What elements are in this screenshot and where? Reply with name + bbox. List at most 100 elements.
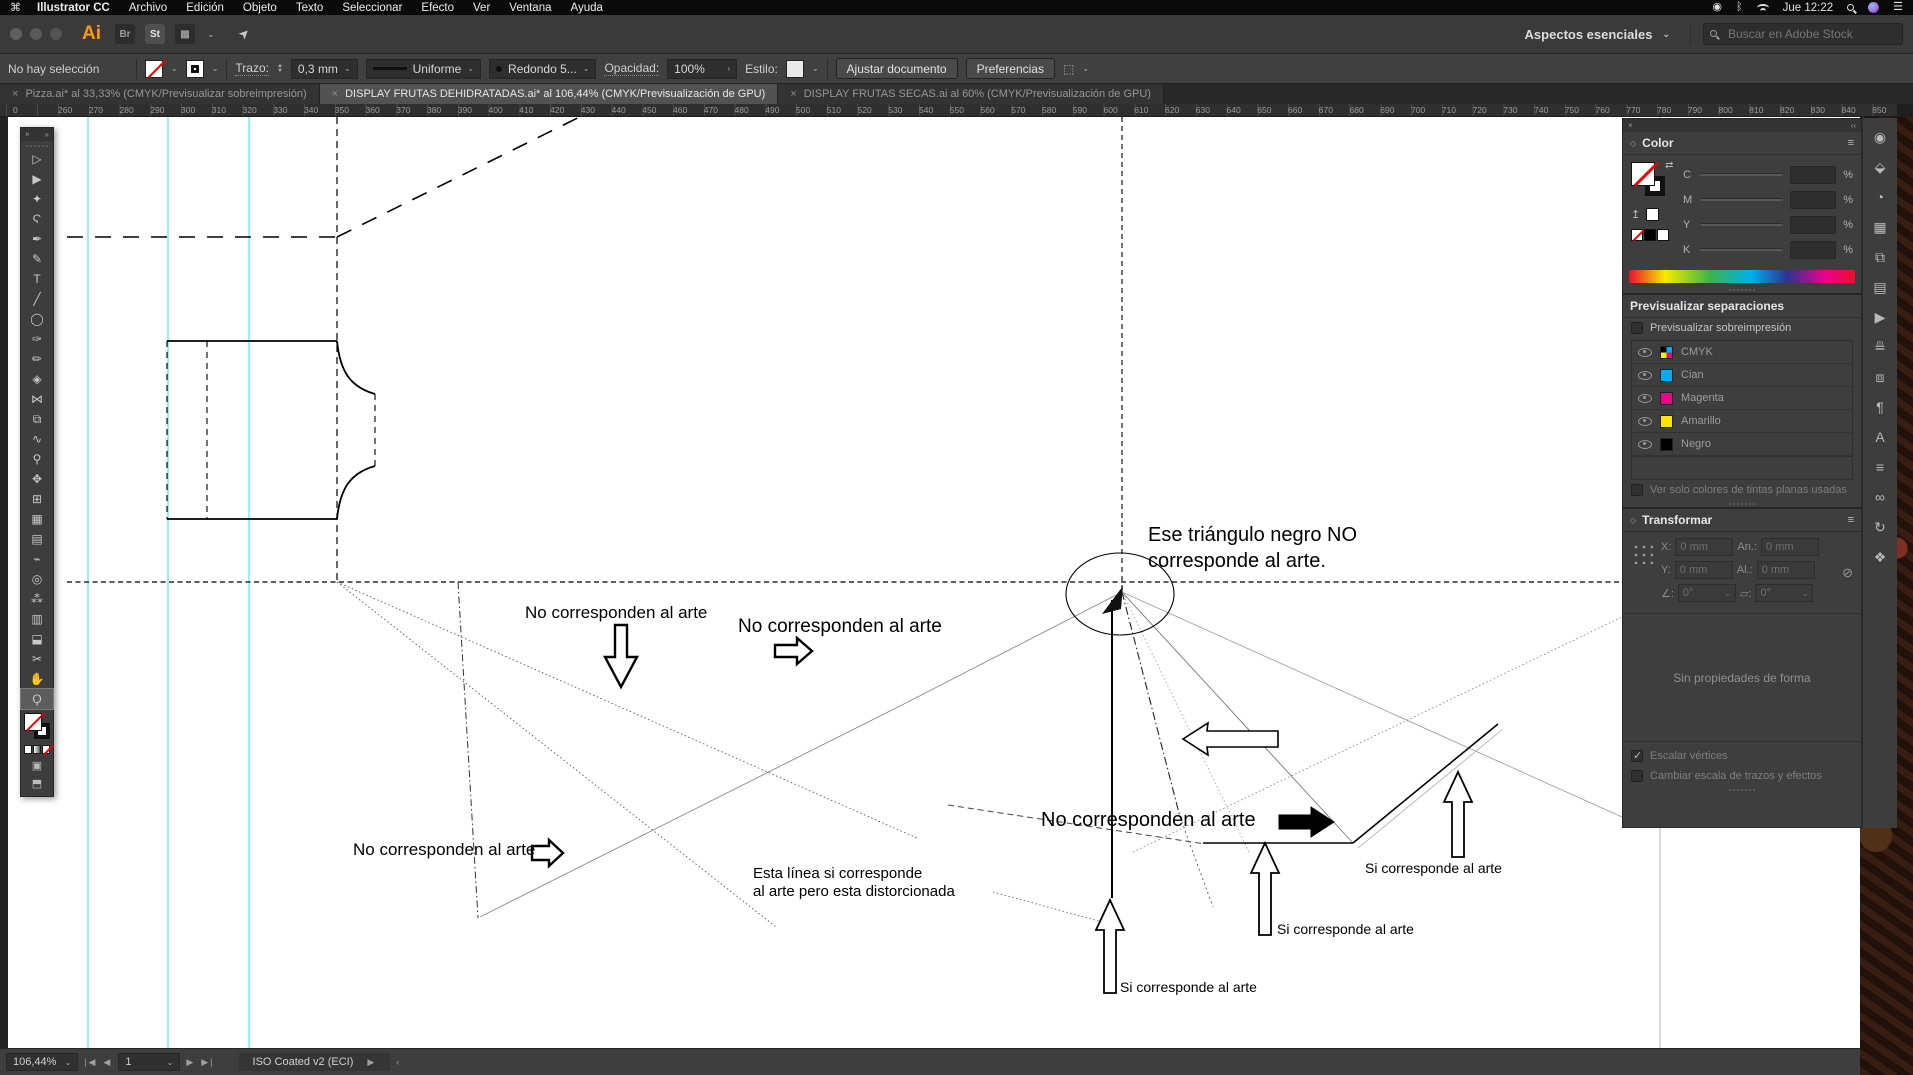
tool-direct-selection[interactable]: ▶ xyxy=(21,169,53,189)
separations-panel-title[interactable]: Previsualizar separaciones xyxy=(1630,299,1784,313)
window-zoom-button[interactable] xyxy=(50,28,62,40)
tool-lasso[interactable]: Ϛ xyxy=(21,209,53,229)
y-position-field[interactable]: 0 mm xyxy=(1674,561,1733,579)
wifi-icon[interactable] xyxy=(1756,3,1769,12)
separation-row[interactable]: Magenta xyxy=(1632,387,1852,410)
stray-line[interactable] xyxy=(1121,591,1354,844)
arrow-right-filled[interactable] xyxy=(1278,806,1335,838)
stroke-color-swatch[interactable] xyxy=(185,59,204,78)
tool-ellipse[interactable]: ◯ xyxy=(21,309,53,329)
first-artboard-button[interactable]: |◀ xyxy=(84,1057,97,1068)
stray-dashdot-line[interactable] xyxy=(457,581,479,919)
dock-collapse-icon[interactable]: ‹‹ xyxy=(1851,121,1856,130)
color-spectrum-bar[interactable] xyxy=(1629,270,1855,283)
fold-dashed-diagonal[interactable] xyxy=(336,117,620,238)
select-similar-icon[interactable]: ⬚ xyxy=(1063,62,1074,76)
scale-corners-checkbox[interactable] xyxy=(1631,749,1643,762)
graphic-style-swatch[interactable] xyxy=(785,59,804,78)
tool-selection[interactable]: ▷ xyxy=(21,149,53,169)
menu-item[interactable]: Archivo xyxy=(129,2,167,14)
separation-row[interactable]: CMYK xyxy=(1632,341,1852,364)
opacity-label[interactable]: Opacidad: xyxy=(604,61,660,76)
dock-icon-links[interactable]: ∞ xyxy=(1875,482,1885,512)
scroll-left-icon[interactable]: ‹ xyxy=(396,1057,401,1067)
tool-pen[interactable]: ✒ xyxy=(21,229,53,249)
annotation-is-art-1[interactable]: Si corresponde al arte xyxy=(1120,979,1257,995)
tool-shape-builder[interactable]: ✥ xyxy=(21,469,53,489)
panel-collapse-icon[interactable]: ◇ xyxy=(1630,516,1636,525)
arrange-documents-icon[interactable]: ▦ xyxy=(175,24,195,44)
annotation-is-art-3[interactable]: Si corresponde al arte xyxy=(1365,860,1502,876)
document-tab[interactable]: × DISPLAY FRUTAS DEHIDRATADAS.ai* al 106… xyxy=(319,84,779,104)
tool-blend[interactable]: ◎ xyxy=(21,569,53,589)
tool-curvature[interactable]: ✎ xyxy=(21,249,53,269)
tool-mesh[interactable]: ▦ xyxy=(21,509,53,529)
tool-eraser[interactable]: ◈ xyxy=(21,369,53,389)
shear-angle-dropdown[interactable]: 0° ⌄ xyxy=(1755,584,1814,602)
dock-icon-gradient[interactable]: ▤ xyxy=(1873,272,1886,302)
dock-icon-opentype[interactable]: ≡ xyxy=(1876,452,1884,482)
stray-line[interactable] xyxy=(1121,591,1623,818)
dock-icon-swatches[interactable]: ▦ xyxy=(1873,212,1886,242)
dock-icon-paragraph[interactable]: ¶ xyxy=(1876,392,1884,422)
tool-puppet-warp[interactable]: ⚲ xyxy=(21,449,53,469)
tool-shaper[interactable]: ✏ xyxy=(21,349,53,369)
fit-document-button[interactable]: Ajustar documento xyxy=(835,58,958,79)
chevron-down-icon[interactable]: ⌄ xyxy=(212,64,219,73)
tool-zoom[interactable]: Ϙ xyxy=(20,688,54,710)
annotation-not-art-1[interactable]: No corresponden al arte xyxy=(525,603,707,623)
screen-mode-button[interactable]: ⬒ xyxy=(24,777,50,790)
creative-cloud-icon[interactable]: ◉ xyxy=(1712,2,1722,13)
stroke-weight-field[interactable]: 0,3 mm ⌄ xyxy=(290,58,358,79)
menu-item[interactable]: Illustrator CC xyxy=(37,2,110,14)
overprint-preview-checkbox[interactable] xyxy=(1631,322,1643,334)
tool-magic-wand[interactable]: ✦ xyxy=(21,189,53,209)
separation-row[interactable]: Negro xyxy=(1632,433,1852,456)
channel-value-field[interactable] xyxy=(1790,240,1837,259)
none-swatch[interactable] xyxy=(1631,229,1643,241)
notification-center-icon[interactable]: ☰ xyxy=(1893,2,1903,13)
channel-value-field[interactable] xyxy=(1790,215,1837,234)
previous-artboard-button[interactable]: ◀ xyxy=(103,1057,112,1068)
annotation-not-art-4[interactable]: No corresponden al arte xyxy=(353,840,535,860)
draw-mode-button[interactable]: ▣ xyxy=(24,759,50,772)
document-tab[interactable]: × DISPLAY FRUTAS SECAS.ai al 60% (CMYK/P… xyxy=(778,84,1164,104)
die-cut-shape[interactable] xyxy=(166,340,376,520)
arrow-up-outline-2[interactable] xyxy=(1249,840,1281,936)
last-color-swatch[interactable] xyxy=(1646,208,1660,221)
toolbar-fill-swatch[interactable] xyxy=(24,713,42,731)
fill-color-swatch[interactable] xyxy=(145,59,163,78)
chevron-down-icon[interactable]: ⌄ xyxy=(1082,64,1089,73)
zoom-level-dropdown[interactable]: 106,44% ⌄ xyxy=(6,1053,79,1071)
annotation-not-art-3[interactable]: No corresponden al arte xyxy=(1041,809,1256,832)
dock-icon-creative-cloud[interactable]: ◉ xyxy=(1874,122,1886,152)
siri-icon[interactable] xyxy=(1868,2,1880,13)
bluetooth-icon[interactable]: ᛒ xyxy=(1736,2,1743,13)
menu-item[interactable]: Edición xyxy=(186,2,224,14)
tool-artboard[interactable]: ⬓ xyxy=(21,629,53,649)
stroke-weight-stepper[interactable]: ▲ ▼ xyxy=(277,63,283,74)
stray-dashdot-line[interactable] xyxy=(1121,591,1181,818)
next-artboard-button[interactable]: ▶ xyxy=(186,1057,195,1068)
tool-column-graph[interactable]: ▥ xyxy=(21,609,53,629)
constrain-proportions-icon[interactable]: ⊘ xyxy=(1842,565,1853,581)
window-minimize-button[interactable] xyxy=(30,28,42,40)
separation-row[interactable]: Cian xyxy=(1632,364,1852,387)
last-color-icon[interactable]: ↥ xyxy=(1631,208,1640,221)
gpu-performance-rocket-icon[interactable]: ➤ xyxy=(234,24,253,43)
visibility-eye-icon[interactable] xyxy=(1638,370,1652,380)
arrow-right-outline-2[interactable] xyxy=(530,837,565,869)
chevron-down-icon[interactable]: ⌄ xyxy=(171,64,178,73)
last-artboard-button[interactable]: ▶| xyxy=(201,1057,214,1068)
menu-item[interactable]: Ventana xyxy=(509,2,551,14)
visibility-eye-icon[interactable] xyxy=(1638,347,1652,357)
tool-eyedropper[interactable]: ⌁ xyxy=(21,549,53,569)
annotation-distorted-note[interactable]: Esta línea si corresponde al arte pero e… xyxy=(753,865,955,901)
menu-item[interactable]: Texto xyxy=(296,2,324,14)
dock-icon-pathfinder[interactable]: ⧈ xyxy=(1876,362,1885,392)
reference-point-locator[interactable] xyxy=(1631,542,1653,564)
panel-collapse-icon[interactable]: ◇ xyxy=(1630,139,1636,148)
dock-icon-character[interactable]: A xyxy=(1875,422,1884,452)
tool-hand[interactable]: ✋ xyxy=(21,669,53,689)
stock-button[interactable]: St xyxy=(145,24,165,44)
